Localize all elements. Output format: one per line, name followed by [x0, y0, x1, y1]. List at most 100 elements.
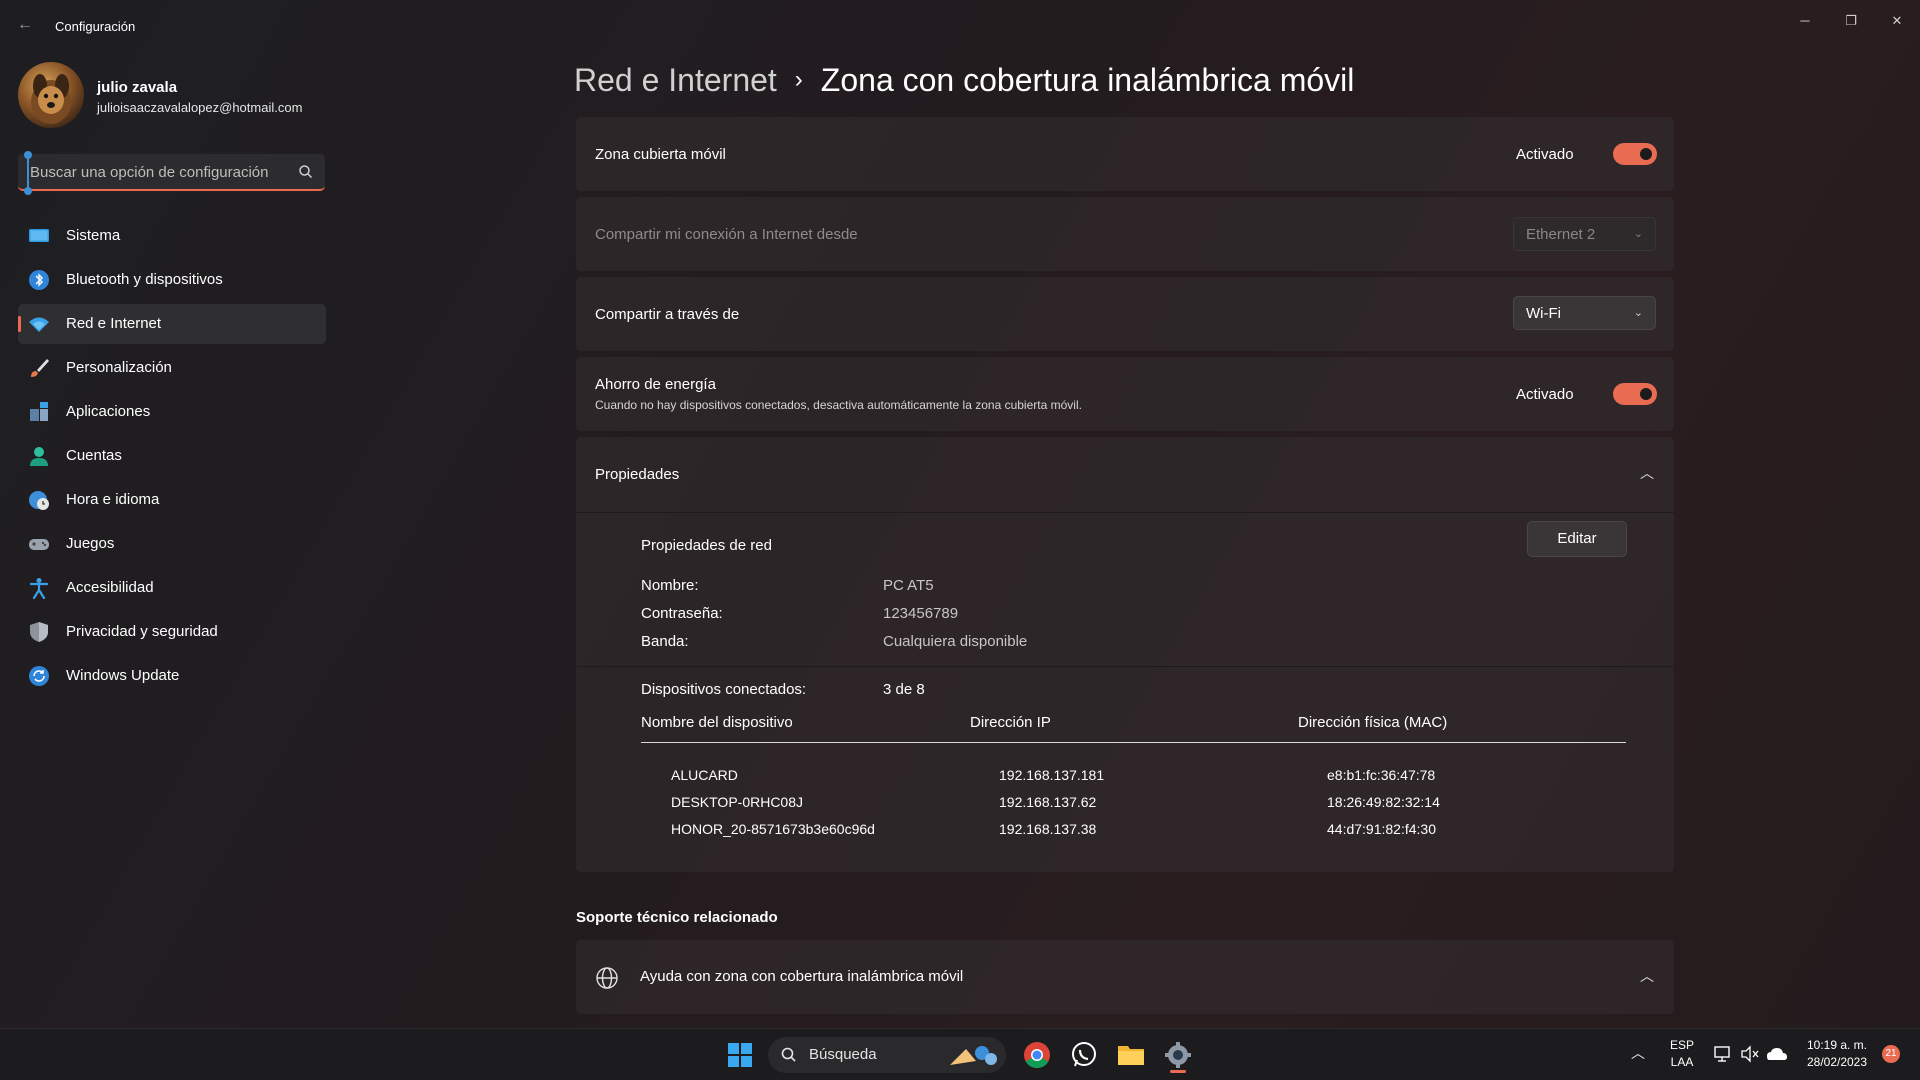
maximize-button[interactable]: ❐ — [1828, 6, 1874, 36]
user-email: julioisaaczavalalopez@hotmail.com — [97, 100, 303, 115]
hotspot-toggle[interactable] — [1613, 143, 1657, 165]
monitor-icon — [28, 225, 50, 247]
clock-date[interactable]: 28/02/2023 — [1797, 1055, 1877, 1069]
volume-muted-icon[interactable] — [1740, 1044, 1760, 1064]
properties-body: Propiedades de red Editar Nombre: PC AT5… — [576, 513, 1674, 872]
accessibility-icon — [28, 577, 50, 600]
divider — [576, 666, 1674, 667]
share-via-card: Compartir a través de Wi-Fi ⌄ — [576, 277, 1674, 351]
chevron-up-icon[interactable]: ︿ — [1640, 463, 1654, 483]
brush-icon — [28, 357, 50, 379]
notification-badge[interactable]: 21 — [1882, 1045, 1900, 1063]
wifi-icon — [28, 313, 50, 335]
sidebar-item-aplicaciones[interactable]: Aplicaciones — [18, 392, 326, 432]
toggle-knob — [1640, 388, 1652, 400]
network-icon[interactable] — [1713, 1044, 1733, 1064]
device-ip: 192.168.137.38 — [999, 821, 1097, 837]
battery-icon[interactable] — [1766, 1044, 1788, 1064]
language-indicator-bottom[interactable]: LAA — [1664, 1055, 1700, 1069]
taskbar-search-label: Búsqueda — [809, 1046, 877, 1063]
gamepad-icon — [28, 533, 50, 555]
chrome-icon[interactable] — [1019, 1037, 1055, 1073]
sidebar-item-label: Aplicaciones — [66, 403, 151, 420]
clock-time[interactable]: 10:19 a. m. — [1797, 1038, 1877, 1052]
sidebar-item-cuentas[interactable]: Cuentas — [18, 436, 326, 476]
bluetooth-icon — [28, 269, 50, 291]
sidebar-item-bluetooth[interactable]: Bluetooth y dispositivos — [18, 260, 326, 300]
sidebar-item-label: Hora e idioma — [66, 491, 160, 508]
chevron-up-icon[interactable]: ︿ — [1640, 966, 1654, 986]
settings-gear-icon[interactable] — [1160, 1037, 1196, 1073]
properties-card: Propiedades ︿ Propiedades de red Editar … — [576, 437, 1674, 872]
person-icon — [28, 445, 50, 467]
support-help-card[interactable]: Ayuda con zona con cobertura inalámbrica… — [576, 940, 1674, 1014]
windows-start-icon[interactable] — [722, 1037, 758, 1073]
user-name: julio zavala — [97, 79, 178, 96]
sidebar-item-label: Juegos — [66, 535, 115, 552]
shield-icon — [28, 621, 50, 643]
toggle-knob — [1640, 148, 1652, 160]
connected-devices-label: Dispositivos conectados: — [641, 681, 807, 698]
breadcrumb: Red e Internet › Zona con cobertura inalám… — [574, 62, 1354, 99]
column-header: Dirección física (MAC) — [1298, 714, 1448, 731]
sidebar-item-windows-update[interactable]: Windows Update — [18, 656, 326, 696]
sidebar-item-sistema[interactable]: Sistema — [18, 216, 326, 256]
sidebar-item-accesibilidad[interactable]: Accesibilidad — [18, 568, 326, 608]
active-app-indicator — [1170, 1070, 1186, 1073]
sidebar-item-privacidad[interactable]: Privacidad y seguridad — [18, 612, 326, 652]
field-value: Cualquiera disponible — [883, 633, 1028, 650]
sidebar-item-label: Red e Internet — [66, 315, 162, 332]
taskbar-search[interactable]: Búsqueda — [768, 1037, 1006, 1073]
sidebar-item-juegos[interactable]: Juegos — [18, 524, 326, 564]
field-value: PC AT5 — [883, 577, 934, 594]
whatsapp-icon[interactable] — [1066, 1037, 1102, 1073]
update-icon — [28, 665, 50, 687]
share-from-value: Ethernet 2 — [1526, 226, 1596, 243]
app-title: Configuración — [55, 19, 136, 34]
connected-devices-count: 3 de 8 — [883, 681, 925, 698]
power-saving-toggle[interactable] — [1613, 383, 1657, 405]
column-header: Dirección IP — [970, 714, 1051, 731]
language-indicator-top[interactable]: ESP — [1664, 1038, 1700, 1052]
sidebar-item-label: Windows Update — [66, 667, 180, 684]
settings-search-box[interactable] — [18, 154, 325, 191]
close-button[interactable]: ✕ — [1874, 6, 1920, 36]
share-via-value: Wi-Fi — [1526, 305, 1561, 322]
device-name: HONOR_20-8571673b3e60c96d — [671, 821, 875, 837]
sidebar-item-label: Sistema — [66, 227, 121, 244]
user-profile[interactable]: julio zavala julioisaaczavalalopez@hotma… — [18, 62, 328, 132]
properties-header[interactable]: Propiedades ︿ — [576, 437, 1674, 511]
edit-button[interactable]: Editar — [1527, 521, 1627, 557]
sidebar-item-label: Personalización — [66, 359, 172, 376]
share-from-card: Compartir mi conexión a Internet desde E… — [576, 197, 1674, 271]
share-via-dropdown[interactable]: Wi-Fi ⌄ — [1513, 296, 1656, 330]
chevron-down-icon: ⌄ — [1633, 228, 1643, 240]
sidebar-nav: Sistema Bluetooth y dispositivos Red e I… — [18, 216, 326, 700]
support-section-title: Soporte técnico relacionado — [576, 909, 778, 926]
apps-icon — [28, 401, 50, 423]
globe-clock-icon — [28, 489, 50, 511]
search-input[interactable] — [30, 162, 290, 182]
chevron-down-icon: ⌄ — [1633, 307, 1643, 319]
hotspot-label: Zona cubierta móvil — [595, 146, 726, 163]
support-help-label: Ayuda con zona con cobertura inalámbrica… — [640, 968, 964, 985]
back-arrow-icon[interactable]: ← — [14, 14, 36, 36]
sidebar-item-label: Accesibilidad — [66, 579, 154, 596]
sidebar-item-personalizacion[interactable]: Personalización — [18, 348, 326, 388]
field-key: Contraseña: — [641, 605, 723, 622]
power-saving-state-label: Activado — [1516, 386, 1574, 403]
device-mac: e8:b1:fc:36:47:78 — [1327, 767, 1436, 783]
sidebar-item-label: Privacidad y seguridad — [66, 623, 218, 640]
breadcrumb-parent-link[interactable]: Red e Internet — [574, 62, 777, 98]
sidebar-item-hora-idioma[interactable]: Hora e idioma — [18, 480, 326, 520]
search-icon[interactable] — [297, 163, 315, 181]
sidebar-item-red-internet[interactable]: Red e Internet — [18, 304, 326, 344]
file-explorer-icon[interactable] — [1113, 1037, 1149, 1073]
device-mac: 44:d7:91:82:f4:30 — [1327, 821, 1436, 837]
minimize-button[interactable]: ─ — [1782, 6, 1828, 36]
title-bar: ← Configuración ─ ❐ ✕ — [0, 0, 1920, 52]
chevron-up-icon[interactable]: ︿ — [1631, 1043, 1645, 1063]
hotspot-state-label: Activado — [1516, 146, 1574, 163]
chevron-right-icon: › — [794, 66, 803, 93]
page-title: Zona con cobertura inalámbrica móvil — [820, 62, 1355, 98]
